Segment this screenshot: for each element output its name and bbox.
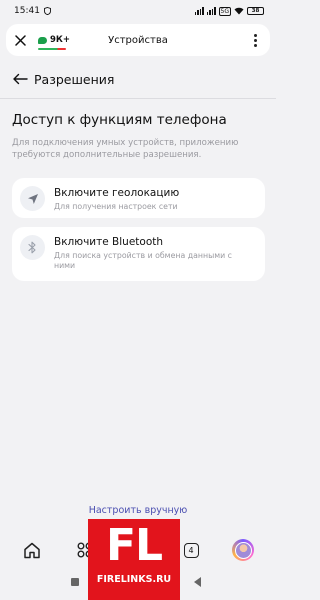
bluetooth-icon [20,235,45,260]
avatar [232,539,254,561]
alice-progress-line [38,48,66,50]
section-description: Для подключения умных устройств, приложе… [12,138,239,160]
recent-apps-icon[interactable] [71,578,79,586]
location-arrow-icon [20,186,45,211]
alice-badge[interactable]: 9К+ [38,35,70,50]
card-subtitle: Для поиска устройств и обмена данными с … [54,251,232,270]
enable-location-card[interactable]: Включите геолокацию Для получения настро… [12,178,265,218]
nav-tabs-button[interactable]: 4 [176,531,206,569]
wifi-icon [234,7,244,15]
system-back-icon[interactable] [194,577,201,587]
network-type-icon: 5G [218,6,231,16]
card-title: Включите Bluetooth [54,236,164,248]
card-subtitle: Для получения настроек сети [54,202,178,211]
battery-icon: 38 [247,7,264,15]
close-icon [14,34,26,46]
enable-bluetooth-card[interactable]: Включите Bluetooth Для поиска устройств … [12,227,265,281]
header-divider [0,98,276,99]
page-title: Разрешения [34,71,115,87]
alice-chat-icon [38,36,47,44]
card-title: Включите геолокацию [54,187,180,199]
section-title: Доступ к функциям телефона [12,112,227,128]
top-bar: 9К+ Устройства [6,24,270,56]
manual-setup-link[interactable]: Настроить вручную [0,505,276,516]
home-icon [24,542,40,558]
more-menu-button[interactable] [240,24,270,56]
watermark-letters: FL [105,520,163,571]
tab-count-icon: 4 [183,542,199,558]
shield-icon [43,7,51,15]
close-button[interactable] [6,24,34,56]
watermark-logo: FL FIRELINKS.RU [88,519,180,600]
signal-icon [194,7,204,15]
status-time: 15:41 [14,6,40,16]
alice-badge-count: 9К+ [50,35,70,45]
back-arrow-icon [13,73,28,85]
nav-profile-button[interactable] [228,531,258,569]
status-bar: 15:41 5G 38 [0,0,276,22]
watermark-site: FIRELINKS.RU [96,574,172,585]
page-header: Разрешения [0,67,276,91]
back-button[interactable] [10,69,30,89]
nav-home-button[interactable] [17,531,47,569]
signal-icon-2 [206,7,216,15]
